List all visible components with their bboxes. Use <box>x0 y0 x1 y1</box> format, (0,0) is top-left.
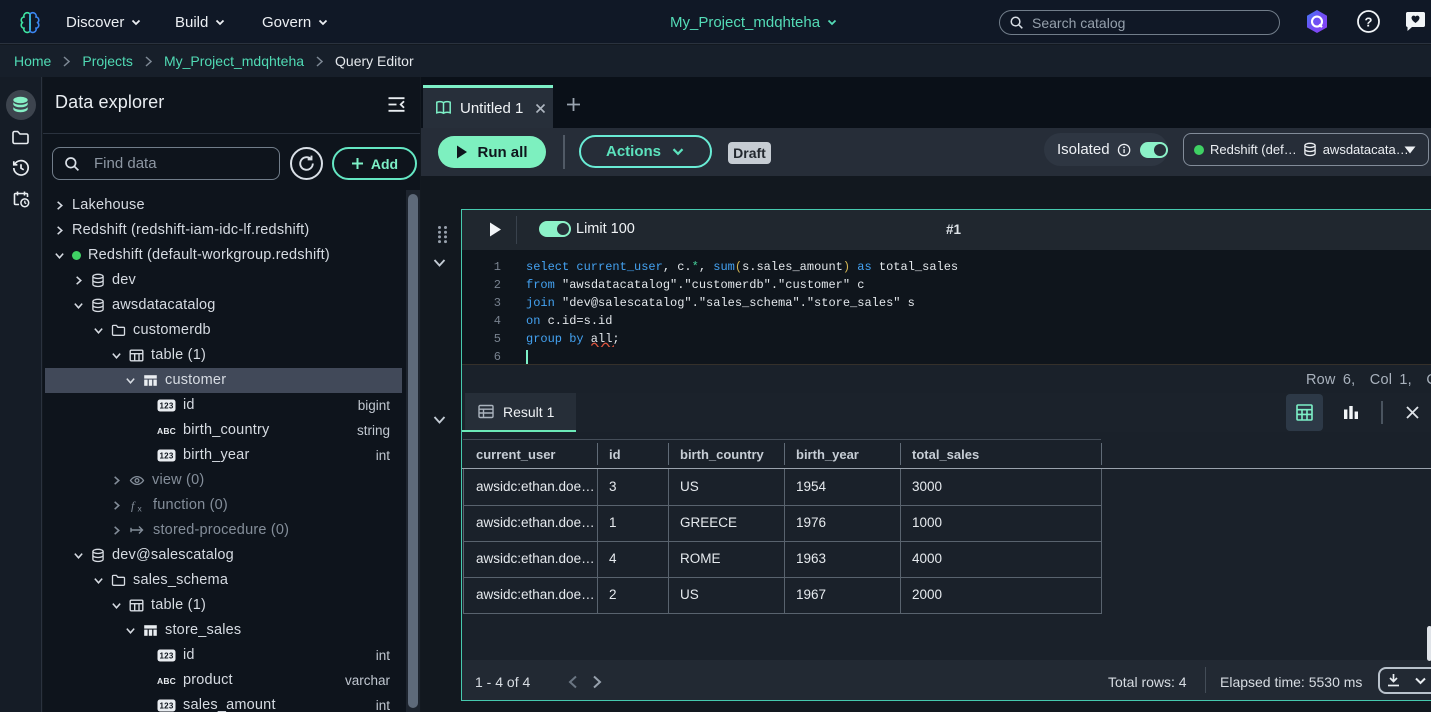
svg-text:123: 123 <box>160 651 174 660</box>
svg-text:123: 123 <box>160 701 174 710</box>
svg-text:ABC: ABC <box>157 426 176 436</box>
svg-text:ABC: ABC <box>157 676 176 686</box>
svg-text:x: x <box>138 503 143 513</box>
svg-text:123: 123 <box>160 401 174 410</box>
svg-text:f: f <box>131 498 136 512</box>
svg-text:?: ? <box>1365 14 1373 29</box>
svg-text:123: 123 <box>160 451 174 460</box>
